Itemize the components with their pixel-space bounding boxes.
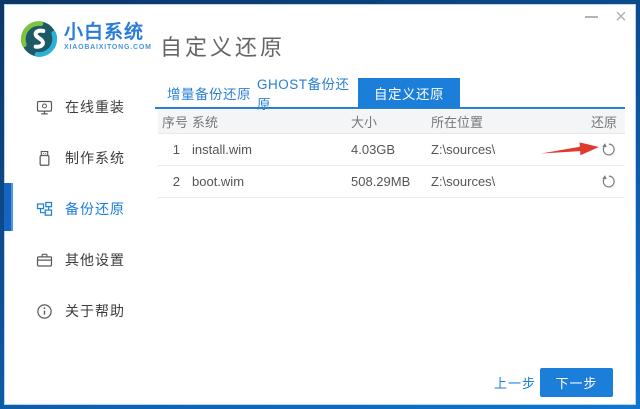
app-window: × 小白系统 XIAOBAIXITONG.COM 自定义还原 在线重装 制作系统… [4,4,636,405]
tab-label: 增量备份还原 [167,87,251,102]
cell-system: boot.wim [192,174,245,189]
cell-index: 2 [172,174,180,189]
tab-label: GHOST备份还原 [257,77,350,112]
usb-drive-icon [35,149,53,167]
cell-location: Z:\sources\ [431,174,496,189]
sidebar-item-label: 在线重装 [65,99,125,115]
annotation-red-arrow [540,137,599,161]
col-header-system: 系统 [192,115,219,130]
sidebar-item-backup-restore[interactable]: 备份还原 [4,195,149,223]
sidebar-item-label: 关于帮助 [65,303,125,319]
col-header-location: 所在位置 [431,115,484,130]
sidebar-item-other-settings[interactable]: 其他设置 [4,246,149,274]
tab-ghost-backup-restore[interactable]: GHOST备份还原 [257,77,358,112]
window-frame: × 小白系统 XIAOBAIXITONG.COM 自定义还原 在线重装 制作系统… [0,0,640,409]
minimize-icon [584,16,598,18]
app-logo [20,20,58,58]
cell-size: 4.03GB [351,142,396,157]
col-header-restore: 还原 [590,115,617,130]
logo-swirl-icon [20,21,58,57]
backup-blocks-icon [35,200,53,218]
cell-system: install.wim [192,142,252,157]
close-icon: × [615,6,627,28]
col-header-size: 大小 [351,115,378,130]
page-title: 自定义还原 [160,35,286,60]
sidebar-item-make-system[interactable]: 制作系统 [4,144,149,172]
briefcase-icon [35,251,53,269]
restore-circular-arrow-icon [602,143,615,156]
sidebar-item-label: 备份还原 [65,201,125,217]
restore-button[interactable] [600,141,617,158]
sidebar-item-online-reinstall[interactable]: 在线重装 [4,93,149,121]
sidebar-item-about-help[interactable]: 关于帮助 [4,297,149,325]
cell-size: 508.29MB [351,174,411,189]
tab-label: 自定义还原 [374,87,444,102]
close-button[interactable]: × [608,4,634,30]
info-icon [35,302,53,320]
col-header-index: 序号 [162,115,189,130]
table-header-row: 序号 系统 大小 所在位置 还原 [158,110,625,134]
tab-incremental-backup-restore[interactable]: 增量备份还原 [161,78,257,108]
monitor-reinstall-icon [35,98,53,116]
next-step-button[interactable]: 下一步 [540,368,613,397]
sidebar-item-label: 其他设置 [65,252,125,268]
brand-domain: XIAOBAIXITONG.COM [64,44,152,51]
cell-index: 1 [172,142,180,157]
brand-name: 小白系统 [64,22,145,43]
tab-custom-restore[interactable]: 自定义还原 [358,78,460,108]
restore-circular-arrow-icon [602,175,615,188]
prev-step-button[interactable]: 上一步 [493,370,537,395]
brand-block: 小白系统 XIAOBAIXITONG.COM [64,22,152,51]
sidebar-item-label: 制作系统 [65,150,125,166]
table-row: 2 boot.wim 508.29MB Z:\sources\ [158,166,625,198]
restore-button[interactable] [600,173,617,190]
minimize-button[interactable] [578,4,604,30]
